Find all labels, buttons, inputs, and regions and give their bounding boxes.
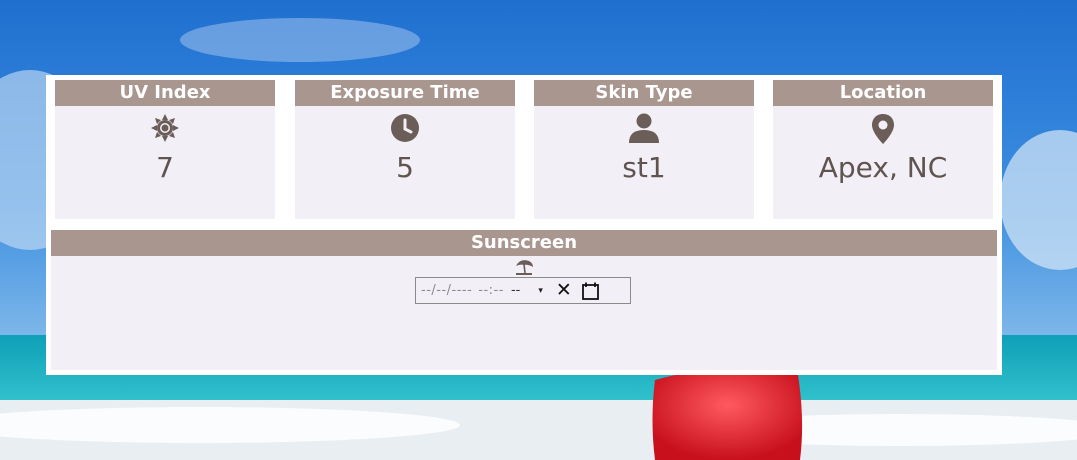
sun-icon	[55, 113, 275, 143]
location-value: Apex, NC	[818, 151, 948, 184]
sunscreen-section: Sunscreen --/--/---- --:-- -- ▾ ✕	[51, 230, 997, 370]
card-header: Location	[773, 80, 993, 106]
clock-icon	[295, 113, 515, 143]
meridiem-placeholder[interactable]: --	[511, 283, 520, 298]
clear-icon[interactable]: ✕	[556, 281, 572, 300]
time-placeholder[interactable]: --:--	[478, 283, 504, 298]
card-header: Exposure Time	[295, 80, 515, 106]
exposure-time-value: 5	[396, 151, 414, 184]
uv-index-card: UV Index 7	[55, 80, 275, 219]
map-marker-icon	[773, 113, 993, 144]
uv-index-value: 7	[156, 151, 174, 184]
exposure-time-card: Exposure Time 5	[295, 80, 515, 219]
sunscreen-header: Sunscreen	[51, 230, 997, 256]
date-placeholder[interactable]: --/--/----	[421, 283, 472, 298]
uv-dashboard-panel: UV Index 7 Exposure Time 5 Skin Type st1…	[46, 75, 1002, 375]
card-header: Skin Type	[534, 80, 754, 106]
skin-type-card: Skin Type st1	[534, 80, 754, 219]
beach-umbrella-icon	[51, 258, 997, 276]
calendar-icon[interactable]	[581, 282, 599, 300]
skin-type-value: st1	[622, 151, 666, 184]
card-header: UV Index	[55, 80, 275, 106]
sunscreen-datetime-input[interactable]: --/--/---- --:-- -- ▾ ✕	[415, 277, 631, 304]
location-card: Location Apex, NC	[773, 80, 993, 219]
dropdown-arrow-icon[interactable]: ▾	[538, 286, 543, 296]
user-icon	[534, 113, 754, 143]
